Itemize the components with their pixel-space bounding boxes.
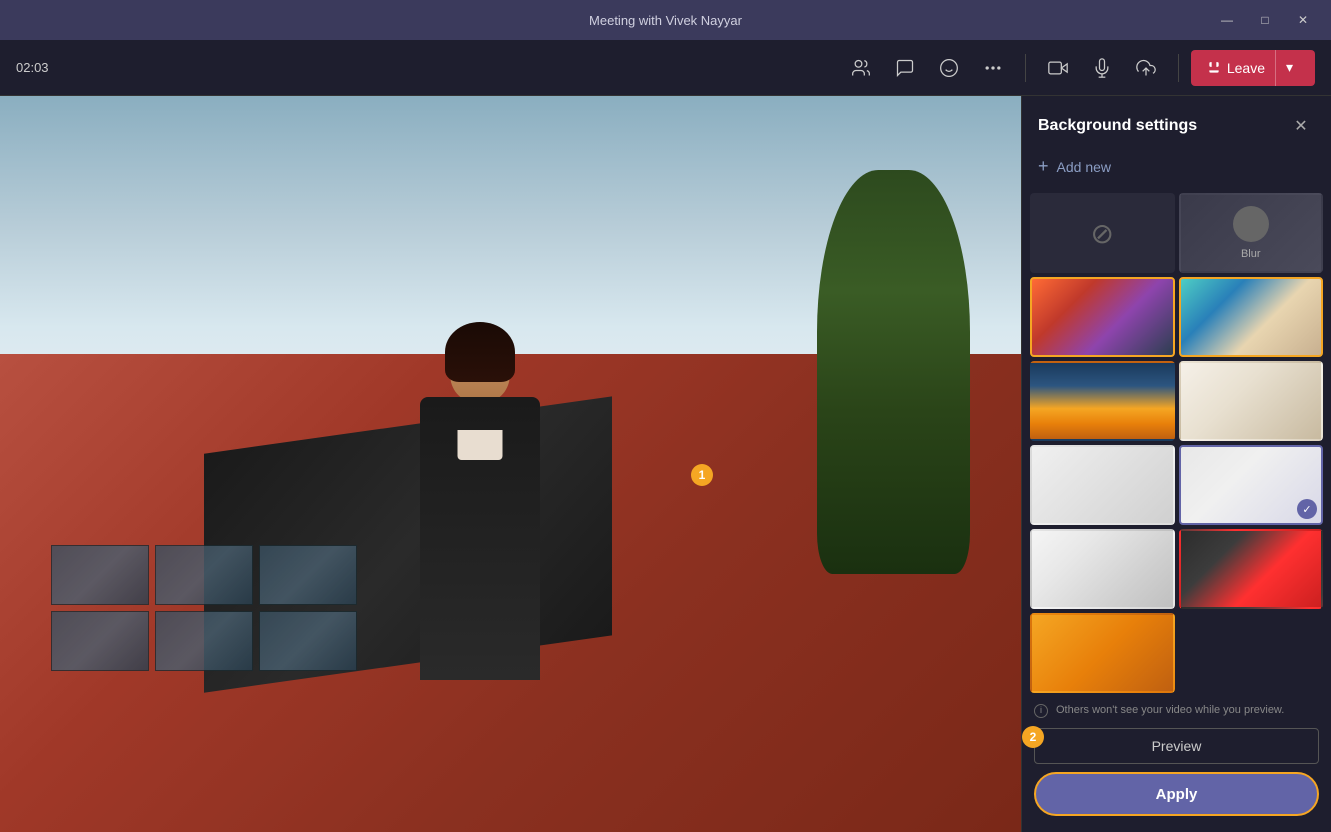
person-hair xyxy=(445,322,515,382)
preview-button[interactable]: Preview xyxy=(1034,728,1319,764)
annotation-badge-1: 1 xyxy=(691,464,713,486)
chat-icon[interactable] xyxy=(885,48,925,88)
panel-title: Background settings xyxy=(1038,117,1197,135)
toolbar-divider-2 xyxy=(1178,54,1179,82)
building-window xyxy=(51,545,149,605)
main-content: 1 Background settings ✕ + Add new ⊘ Blur xyxy=(0,96,1331,832)
annotation-badge-2: 2 xyxy=(1022,726,1044,748)
blur-avatar-icon xyxy=(1233,206,1269,242)
apply-button[interactable]: Apply xyxy=(1034,772,1319,816)
call-timer: 02:03 xyxy=(16,60,66,75)
toolbar-icons: Leave ▾ xyxy=(841,48,1315,88)
leave-label: Leave xyxy=(1227,60,1265,76)
toolbar-divider xyxy=(1025,54,1026,82)
building-window xyxy=(259,611,357,671)
building-windows xyxy=(51,545,357,736)
background-office3[interactable] xyxy=(1179,529,1324,609)
panel-footer: i Others won't see your video while you … xyxy=(1022,693,1331,832)
leave-caret[interactable]: ▾ xyxy=(1275,50,1299,86)
add-new-plus-icon: + xyxy=(1038,156,1049,177)
info-text: Others won't see your video while you pr… xyxy=(1056,703,1284,718)
person-video xyxy=(388,317,572,832)
background-settings-panel: Background settings ✕ + Add new ⊘ Blur xyxy=(1021,96,1331,832)
background-office2[interactable] xyxy=(1179,361,1324,441)
panel-close-button[interactable]: ✕ xyxy=(1287,112,1315,140)
person-body xyxy=(420,397,540,680)
info-row: i Others won't see your video while you … xyxy=(1034,703,1319,718)
video-area: 1 xyxy=(0,96,1021,832)
camera-icon[interactable] xyxy=(1038,48,1078,88)
background-city[interactable] xyxy=(1030,361,1175,441)
person-head xyxy=(450,332,510,402)
background-warm[interactable] xyxy=(1030,613,1175,693)
add-new-button[interactable]: + Add new xyxy=(1022,148,1331,193)
window-title: Meeting with Vivek Nayyar xyxy=(589,13,742,28)
building-window xyxy=(155,545,253,605)
building-window xyxy=(259,545,357,605)
blur-label: Blur xyxy=(1241,248,1261,260)
background-white2[interactable]: ✓ xyxy=(1179,445,1324,525)
share-icon[interactable] xyxy=(1126,48,1166,88)
backgrounds-grid: ⊘ Blur ✓ xyxy=(1022,193,1331,693)
add-new-label: Add new xyxy=(1057,159,1111,175)
selected-checkmark: ✓ xyxy=(1297,499,1317,519)
background-white3[interactable] xyxy=(1030,529,1175,609)
window-controls: — □ ✕ xyxy=(1209,0,1321,40)
background-none[interactable]: ⊘ xyxy=(1030,193,1175,273)
tree-element xyxy=(817,170,970,575)
participants-icon[interactable] xyxy=(841,48,881,88)
apply-button-wrapper: Apply 2 xyxy=(1034,772,1319,816)
background-white1[interactable] xyxy=(1030,445,1175,525)
minimize-button[interactable]: — xyxy=(1209,0,1245,40)
person-shirt xyxy=(457,430,502,460)
maximize-button[interactable]: □ xyxy=(1247,0,1283,40)
background-office1[interactable] xyxy=(1179,277,1324,357)
close-button[interactable]: ✕ xyxy=(1285,0,1321,40)
microphone-icon[interactable] xyxy=(1082,48,1122,88)
no-background-icon: ⊘ xyxy=(1091,217,1114,250)
building-window xyxy=(155,611,253,671)
building-window xyxy=(51,611,149,671)
more-icon[interactable] xyxy=(973,48,1013,88)
reactions-icon[interactable] xyxy=(929,48,969,88)
info-icon: i xyxy=(1034,704,1048,718)
video-background xyxy=(0,96,1021,832)
background-blur[interactable]: Blur xyxy=(1179,193,1324,273)
background-gradient1[interactable] xyxy=(1030,277,1175,357)
leave-button[interactable]: Leave ▾ xyxy=(1191,50,1315,86)
panel-header: Background settings ✕ xyxy=(1022,96,1331,148)
titlebar: Meeting with Vivek Nayyar — □ ✕ xyxy=(0,0,1331,40)
toolbar: 02:03 xyxy=(0,40,1331,96)
phone-icon xyxy=(1207,61,1221,75)
